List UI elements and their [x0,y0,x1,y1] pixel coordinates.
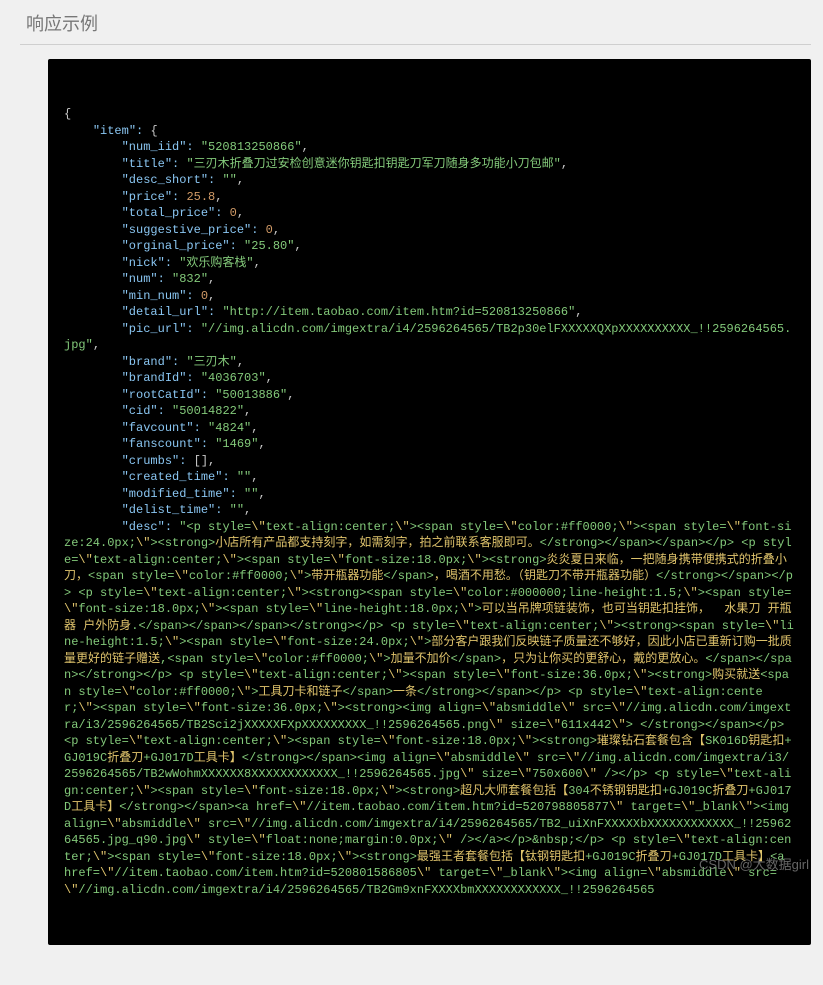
section-heading: 响应示例 [20,0,811,45]
json-code-block: { "item": { "num_iid": "520813250866", "… [48,59,811,945]
